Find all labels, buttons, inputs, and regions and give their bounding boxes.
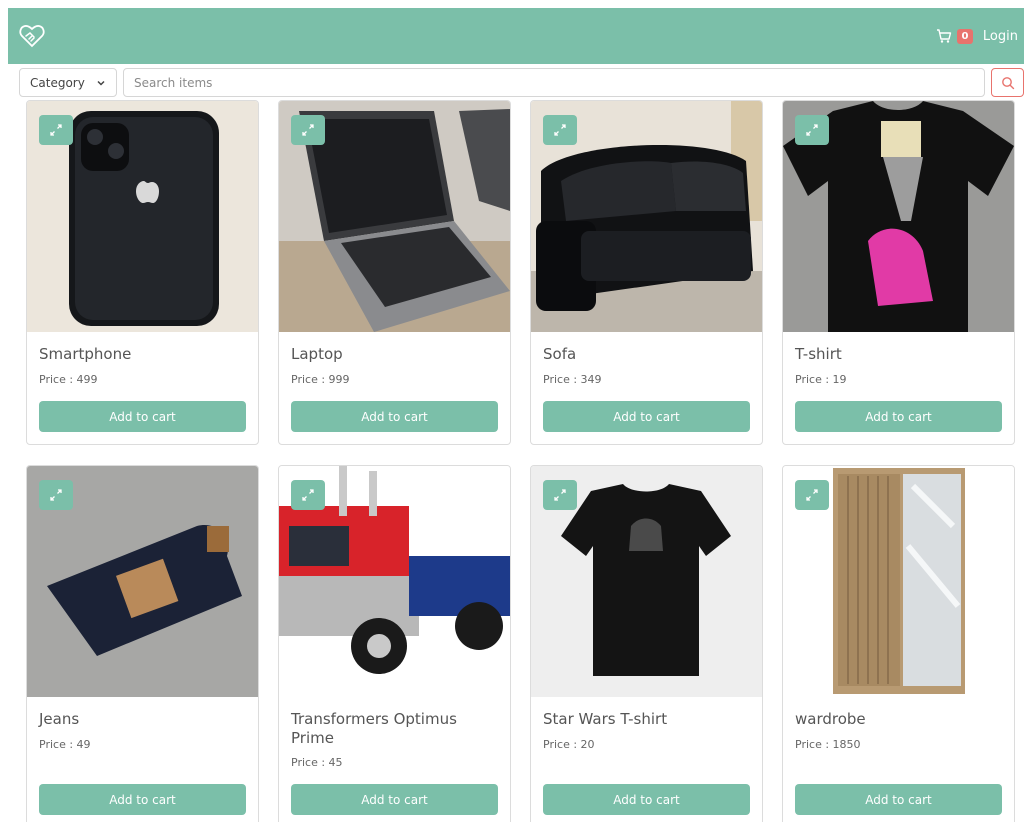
- expand-image-button[interactable]: [543, 480, 577, 510]
- expand-icon: [554, 124, 566, 136]
- shopping-cart-icon[interactable]: [936, 28, 952, 44]
- add-to-cart-button[interactable]: Add to cart: [39, 401, 246, 432]
- expand-image-button[interactable]: [39, 115, 73, 145]
- sofa-image[interactable]: [531, 101, 762, 332]
- laptop-image[interactable]: [279, 101, 510, 332]
- product-price: Price : 499: [39, 373, 98, 386]
- add-to-cart-button[interactable]: Add to cart: [291, 784, 498, 815]
- search-input[interactable]: [123, 68, 985, 97]
- starwars-tshirt-image[interactable]: [531, 466, 762, 697]
- expand-icon: [50, 489, 62, 501]
- expand-image-button[interactable]: [795, 480, 829, 510]
- cart-count-badge: 0: [956, 28, 973, 44]
- product-card: T-shirt Price : 19 Add to cart: [782, 100, 1015, 445]
- tshirt-image[interactable]: [783, 101, 1014, 332]
- search-bar: Category: [19, 68, 1024, 98]
- expand-icon: [806, 489, 818, 501]
- product-name: Sofa: [543, 345, 577, 363]
- add-to-cart-button[interactable]: Add to cart: [543, 401, 750, 432]
- smartphone-image[interactable]: [27, 101, 258, 332]
- product-name: Laptop: [291, 345, 343, 363]
- product-name: Smartphone: [39, 345, 132, 363]
- product-price: Price : 999: [291, 373, 350, 386]
- product-price: Price : 49: [39, 738, 91, 751]
- product-card: Transformers Optimus Prime Price : 45 Ad…: [278, 465, 511, 822]
- expand-image-button[interactable]: [543, 115, 577, 145]
- add-to-cart-button[interactable]: Add to cart: [543, 784, 750, 815]
- product-price: Price : 19: [795, 373, 847, 386]
- expand-image-button[interactable]: [291, 115, 325, 145]
- expand-icon: [302, 489, 314, 501]
- toy-truck-image[interactable]: [279, 466, 510, 697]
- expand-image-button[interactable]: [291, 480, 325, 510]
- product-card: Laptop Price : 999 Add to cart: [278, 100, 511, 445]
- product-price: Price : 45: [291, 756, 343, 769]
- product-price: Price : 20: [543, 738, 595, 751]
- wardrobe-image[interactable]: [783, 466, 1014, 697]
- login-link[interactable]: Login: [983, 29, 1018, 44]
- expand-image-button[interactable]: [39, 480, 73, 510]
- expand-icon: [302, 124, 314, 136]
- expand-image-button[interactable]: [795, 115, 829, 145]
- add-to-cart-button[interactable]: Add to cart: [795, 784, 1002, 815]
- product-name: Star Wars T-shirt: [543, 710, 668, 728]
- expand-icon: [806, 124, 818, 136]
- product-name: Transformers Optimus Prime: [291, 710, 457, 747]
- category-label: Category: [30, 75, 85, 90]
- product-card: wardrobe Price : 1850 Add to cart: [782, 465, 1015, 822]
- product-card: Sofa Price : 349 Add to cart: [530, 100, 763, 445]
- handshake-heart-icon[interactable]: [18, 22, 46, 50]
- expand-icon: [554, 489, 566, 501]
- top-navbar: 0 Login: [8, 8, 1024, 64]
- product-card: Star Wars T-shirt Price : 20 Add to cart: [530, 465, 763, 822]
- search-button[interactable]: [991, 68, 1024, 97]
- product-grid: Smartphone Price : 499 Add to cart Lapto…: [26, 100, 1016, 822]
- product-card: Smartphone Price : 499 Add to cart: [26, 100, 259, 445]
- product-name: wardrobe: [795, 710, 866, 728]
- add-to-cart-button[interactable]: Add to cart: [795, 401, 1002, 432]
- expand-icon: [50, 124, 62, 136]
- add-to-cart-button[interactable]: Add to cart: [39, 784, 246, 815]
- jeans-image[interactable]: [27, 466, 258, 697]
- product-name: Jeans: [39, 710, 80, 728]
- category-dropdown[interactable]: Category: [19, 68, 117, 97]
- chevron-down-icon: [97, 80, 105, 86]
- product-price: Price : 1850: [795, 738, 861, 751]
- product-name: T-shirt: [795, 345, 842, 363]
- search-icon: [1001, 76, 1014, 89]
- add-to-cart-button[interactable]: Add to cart: [291, 401, 498, 432]
- product-price: Price : 349: [543, 373, 602, 386]
- product-card: Jeans Price : 49 Add to cart: [26, 465, 259, 822]
